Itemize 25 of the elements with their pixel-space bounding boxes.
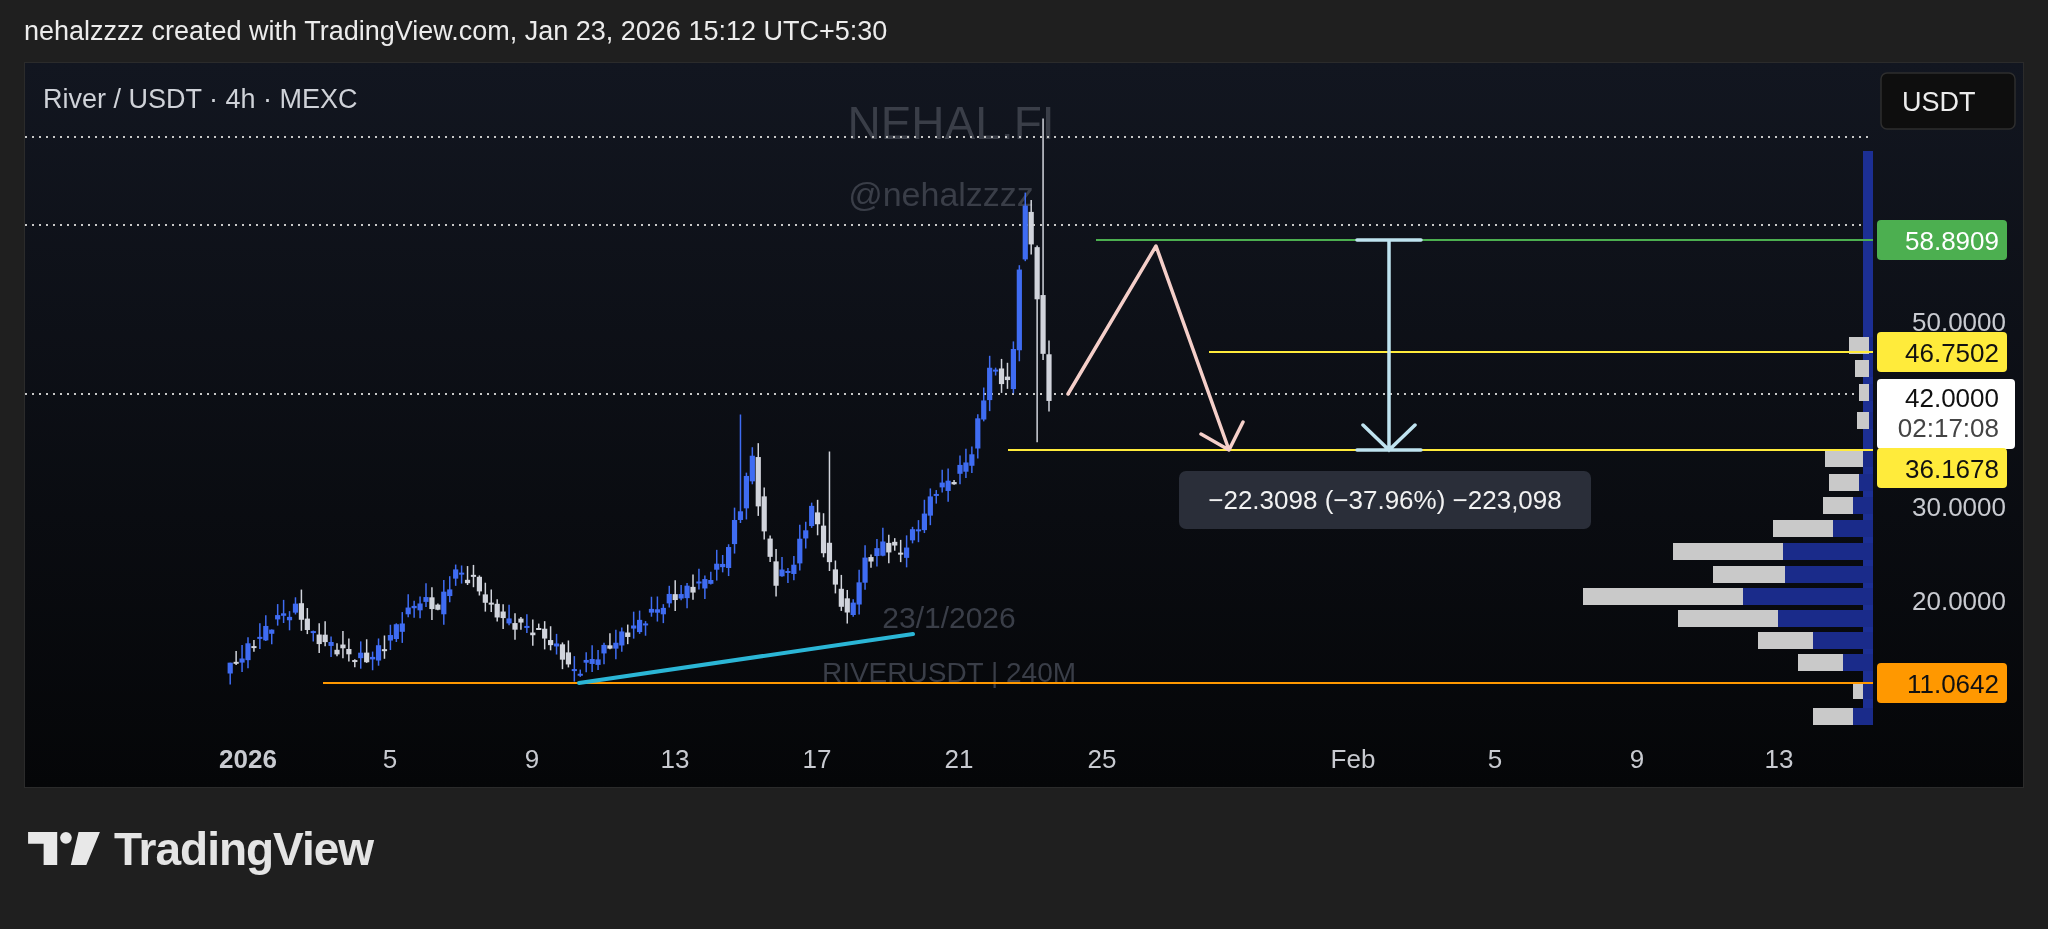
brand-name: TradingView bbox=[114, 821, 374, 876]
time-axis-label: 9 bbox=[524, 744, 540, 774]
time-axis-label: 25 bbox=[1087, 744, 1117, 774]
symbol-title: River / USDT · 4h · MEXC bbox=[43, 84, 358, 114]
logo-icon bbox=[28, 832, 100, 865]
price-tag: 46.7502 bbox=[1877, 332, 2007, 372]
time-axis-label: 2026 bbox=[219, 744, 277, 774]
time-axis-label: 17 bbox=[802, 744, 832, 774]
time-axis-label: Feb bbox=[1330, 744, 1376, 774]
price-tag: 58.8909 bbox=[1877, 220, 2007, 260]
time-axis-label: 5 bbox=[1487, 744, 1503, 774]
time-axis-label: 13 bbox=[660, 744, 690, 774]
price-tag: 36.1678 bbox=[1877, 448, 2007, 488]
currency-button[interactable]: USDT bbox=[1880, 72, 2016, 130]
time-axis-label: 5 bbox=[382, 744, 398, 774]
caption: nehalzzzz created with TradingView.com, Jan 23, 2026 15:12 UTC+5:30 bbox=[24, 15, 888, 47]
measure-label: −22.3098 (−37.96%) −223,098 bbox=[1179, 471, 1591, 529]
chart-watermark: 23/1/2026 bbox=[882, 601, 1016, 634]
price-axis-label: 30.0000 bbox=[1912, 492, 2006, 522]
price-tag: 11.0642 bbox=[1877, 663, 2007, 703]
time-axis-label: 13 bbox=[1764, 744, 1794, 774]
price-axis-label: 20.0000 bbox=[1912, 586, 2006, 616]
time-axis-label: 21 bbox=[944, 744, 974, 774]
time-axis-label: 9 bbox=[1629, 744, 1645, 774]
current-price-tag: 42.0000 02:17:08 bbox=[1877, 379, 2015, 449]
